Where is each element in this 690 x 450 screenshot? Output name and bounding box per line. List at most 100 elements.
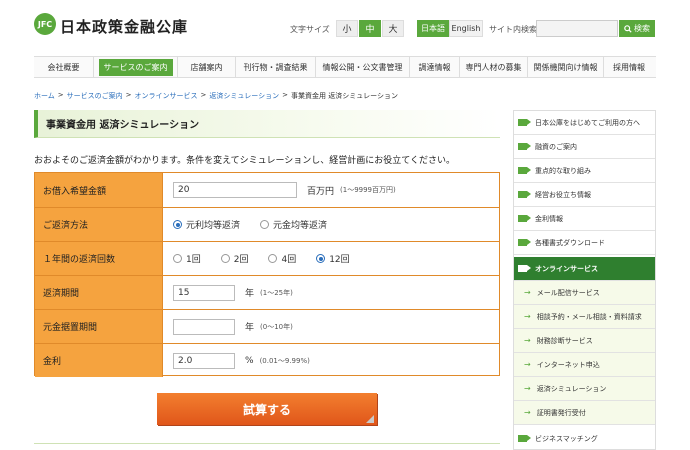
gnav-recruit[interactable]: 採用情報 [604, 57, 654, 77]
sidebar-item-interest[interactable]: 金利情報 [514, 207, 655, 231]
arrow-right-icon [518, 215, 531, 222]
loan-amount-unit: 百万円 [307, 186, 335, 197]
radio-12-per-year[interactable]: 12回 [316, 252, 350, 265]
site-search-input[interactable] [536, 20, 618, 37]
sidebar-sub-simulation[interactable]: → 返済シミュレーション [514, 377, 655, 401]
radio-unselected-icon[interactable] [220, 254, 230, 263]
interest-rate-row: 金利 2.0 % (0.01〜9.99%) [35, 343, 499, 377]
gnav-publications[interactable]: 刊行物・調査結果 [236, 57, 316, 77]
sidebar-sub-diagnosis[interactable]: → 財務診断サービス [514, 329, 655, 353]
breadcrumb-online-services[interactable]: オンラインサービス [135, 91, 198, 101]
repayment-method-row: ご返済方法 元利均等返済 元金均等返済 [35, 207, 499, 241]
site-header: JFC 日本政策金融公庫 文字サイズ 小 中 大 日本語 English サイト… [0, 0, 690, 52]
breadcrumb: ホーム > サービスのご案内 > オンラインサービス > 返済シミュレーション > 事業… [34, 91, 398, 101]
lang-english-button[interactable]: English [449, 20, 483, 37]
arrow-icon: → [524, 384, 531, 393]
interest-rate-unit: % [245, 355, 254, 366]
payments-per-year-row: １年間の返済回数 1回 2回 4回 12回 [35, 241, 499, 275]
font-size-small-button[interactable]: 小 [336, 20, 358, 37]
font-size-label: 文字サイズ [290, 25, 330, 34]
radio-1-per-year[interactable]: 1回 [173, 252, 201, 265]
repayment-period-input[interactable]: 15 [173, 284, 235, 301]
radio-2-per-year[interactable]: 2回 [220, 252, 248, 265]
search-button-label: 検索 [634, 24, 650, 33]
interest-rate-label: 金利 [35, 344, 163, 377]
arrow-icon: → [524, 408, 531, 417]
sidebar-item-loans[interactable]: 融資のご案内 [514, 135, 655, 159]
arrow-icon: → [524, 312, 531, 321]
grace-period-unit: 年 [245, 323, 255, 333]
arrow-icon: → [524, 336, 531, 345]
repayment-method-label: ご返済方法 [35, 208, 163, 241]
arrow-icon: → [524, 288, 531, 297]
breadcrumb-repayment-sim[interactable]: 返済シミュレーション [209, 91, 279, 101]
intro-text: おおよそのご返済金額がわかります。条件を変えてシミュレーションし、経営計画にお役… [34, 156, 456, 166]
repayment-period-hint: (1〜25年) [260, 288, 293, 297]
radio-equal-installment[interactable]: 元利均等返済 [173, 218, 240, 231]
gnav-procurement[interactable]: 調達情報 [410, 57, 460, 77]
lang-japanese-button[interactable]: 日本語 [417, 20, 449, 37]
loan-amount-input[interactable]: 20 [173, 182, 297, 198]
grace-period-hint: (0〜10年) [260, 322, 293, 331]
site-logo-text[interactable]: 日本政策金融公庫 [60, 16, 188, 37]
arrow-right-icon [518, 191, 531, 198]
arrow-right-icon [518, 265, 531, 272]
gnav-specialists[interactable]: 専門人材の募集 [460, 57, 528, 77]
sidebar-sub-certificate[interactable]: → 証明書発行受付 [514, 401, 655, 425]
grace-period-label: 元金据置期間 [35, 310, 163, 343]
corner-mark-icon [366, 415, 374, 423]
arrow-right-icon [518, 119, 531, 126]
page-title: 事業資金用 返済シミュレーション [34, 110, 500, 138]
loan-amount-hint: (1〜9999百万円) [340, 186, 396, 194]
sidebar-item-online-services[interactable]: オンラインサービス [514, 257, 655, 281]
arrow-right-icon [518, 435, 531, 442]
payments-per-year-label: １年間の返済回数 [35, 242, 163, 275]
breadcrumb-current: 事業資金用 返済シミュレーション [291, 92, 398, 100]
search-button[interactable]: 検索 [619, 20, 655, 37]
radio-unselected-icon[interactable] [260, 220, 270, 229]
radio-unselected-icon[interactable] [173, 254, 182, 263]
global-nav: 会社概要 サービスのご案内 店舗案内 刊行物・調査結果 情報公開・公文書管理 調… [34, 56, 656, 78]
gnav-branches[interactable]: 店舗案内 [178, 57, 236, 77]
breadcrumb-services[interactable]: サービスのご案内 [67, 91, 123, 101]
loan-amount-label: お借入希望金額 [35, 173, 163, 207]
radio-equal-principal[interactable]: 元金均等返済 [260, 218, 327, 231]
arrow-right-icon [518, 167, 531, 174]
font-size-medium-button[interactable]: 中 [359, 20, 381, 37]
divider [34, 443, 500, 444]
sidebar-item-first-time[interactable]: 日本公庫をはじめてご利用の方へ [514, 111, 655, 135]
loan-amount-row: お借入希望金額 20 百万円 (1〜9999百万円) [35, 173, 499, 207]
sidebar-item-downloads[interactable]: 各種書式ダウンロード [514, 231, 655, 255]
jfc-logo-icon[interactable]: JFC [34, 13, 56, 35]
gnav-institutions[interactable]: 関係機関向け情報 [528, 57, 604, 77]
breadcrumb-home[interactable]: ホーム [34, 91, 55, 101]
sidebar-sub-apply[interactable]: → インターネット申込 [514, 353, 655, 377]
calculate-button[interactable]: 試算する [157, 393, 377, 425]
interest-rate-input[interactable]: 2.0 [173, 352, 235, 369]
sidebar-sub-mail[interactable]: → メール配信サービス [514, 281, 655, 305]
repayment-period-label: 返済期間 [35, 276, 163, 309]
sidebar-item-business-info[interactable]: 経営お役立ち情報 [514, 183, 655, 207]
gnav-disclosure[interactable]: 情報公開・公文書管理 [316, 57, 410, 77]
radio-selected-icon[interactable] [173, 220, 182, 229]
radio-4-per-year[interactable]: 4回 [268, 252, 296, 265]
search-icon [624, 24, 632, 33]
sidebar-nav: 日本公庫をはじめてご利用の方へ 融資のご案内 重点的な取り組み 経営お役立ち情報… [513, 110, 656, 450]
arrow-right-icon [518, 143, 531, 150]
repayment-period-row: 返済期間 15 年 (1〜25年) [35, 275, 499, 309]
repayment-period-unit: 年 [245, 289, 255, 299]
sidebar-item-matching[interactable]: ビジネスマッチング [514, 427, 655, 449]
arrow-icon: → [524, 360, 531, 369]
gnav-services[interactable]: サービスのご案内 [94, 57, 178, 77]
font-size-large-button[interactable]: 大 [382, 20, 404, 37]
interest-rate-hint: (0.01〜9.99%) [259, 356, 310, 365]
sidebar-sub-consult[interactable]: → 相談予約・メール相談・資料請求 [514, 305, 655, 329]
sidebar-item-initiatives[interactable]: 重点的な取り組み [514, 159, 655, 183]
grace-period-row: 元金据置期間 年 (0〜10年) [35, 309, 499, 343]
simulation-form: お借入希望金額 20 百万円 (1〜9999百万円) ご返済方法 元利均等返済 … [34, 172, 500, 377]
gnav-company[interactable]: 会社概要 [34, 57, 94, 77]
arrow-right-icon [518, 239, 531, 246]
radio-selected-icon[interactable] [316, 254, 326, 263]
grace-period-input[interactable] [173, 318, 235, 335]
radio-unselected-icon[interactable] [268, 254, 278, 263]
